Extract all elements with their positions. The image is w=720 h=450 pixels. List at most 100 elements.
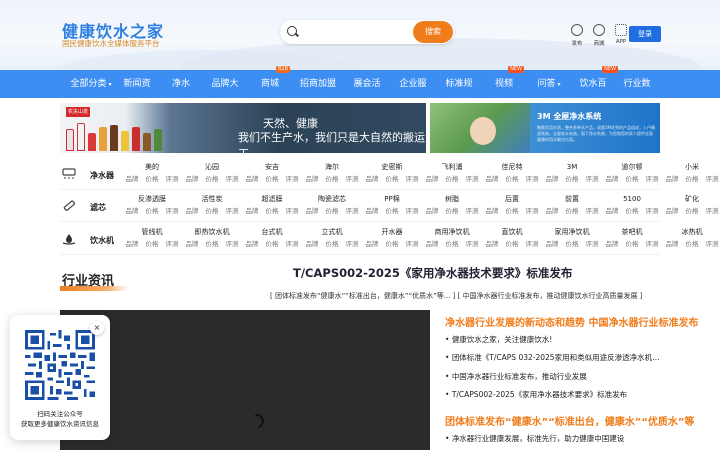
category-item-link[interactable]: 前置	[542, 194, 602, 205]
category-sub-link[interactable]: 评测	[286, 205, 299, 217]
category-sub-link[interactable]: 评测	[706, 205, 719, 217]
category-sub-link[interactable]: 价格	[386, 173, 399, 185]
nav-item-franchise[interactable]: 招商加盟▾	[300, 70, 336, 116]
category-sub-link[interactable]: 价格	[686, 205, 699, 217]
category-sub-link[interactable]: 品牌	[666, 238, 679, 250]
category-sub-link[interactable]: 价格	[506, 205, 519, 217]
category-sub-link[interactable]: 价格	[266, 238, 279, 250]
category-sub-link[interactable]: 评测	[286, 238, 299, 250]
category-sub-link[interactable]: 评测	[166, 205, 179, 217]
category-sub-link[interactable]: 评测	[526, 205, 539, 217]
category-sub-link[interactable]: 评测	[586, 173, 599, 185]
nav-item-industry-data[interactable]: 行业数据	[622, 70, 652, 117]
category-sub-link[interactable]: 品牌	[126, 238, 139, 250]
category-item-link[interactable]: 立式机	[302, 227, 362, 238]
category-sub-link[interactable]: 品牌	[246, 238, 259, 250]
category-sub-link[interactable]: 价格	[386, 205, 399, 217]
category-item-link[interactable]: 佳尼特	[482, 162, 542, 173]
category-sub-link[interactable]: 品牌	[426, 205, 439, 217]
category-item-link[interactable]: 超滤膜	[242, 194, 302, 205]
category-sub-link[interactable]: 评测	[406, 205, 419, 217]
search-button[interactable]: 搜索	[413, 21, 453, 43]
category-item-link[interactable]: 活性炭	[182, 194, 242, 205]
category-sub-link[interactable]: 价格	[566, 238, 579, 250]
category-sub-link[interactable]: 品牌	[486, 238, 499, 250]
category-item-link[interactable]: 直饮机	[482, 227, 542, 238]
nav-item-encyclopedia[interactable]: 饮水百科NEW	[578, 66, 618, 117]
category-item-link[interactable]: 商用净饮机	[422, 227, 482, 238]
category-sub-link[interactable]: 价格	[446, 173, 459, 185]
category-sub-link[interactable]: 评测	[346, 205, 359, 217]
category-item-link[interactable]: 3M	[542, 162, 602, 173]
category-item-link[interactable]: 矿化	[662, 194, 720, 205]
headline-related-links[interactable]: [ 团体标准发布“健康水”“标准出台，健康水”“优质水”等... ] [ 中国净…	[270, 291, 642, 301]
category-sub-link[interactable]: 价格	[206, 205, 219, 217]
category-item-link[interactable]: 树脂	[422, 194, 482, 205]
nav-item-news[interactable]: 新闻资讯	[122, 70, 152, 117]
category-item-link[interactable]: 飞利浦	[422, 162, 482, 173]
category-sub-link[interactable]: 价格	[686, 173, 699, 185]
category-sub-link[interactable]: 品牌	[666, 205, 679, 217]
3m-purifier-banner[interactable]: 3M 全屋净水系统 聚焦饮用水质，整合多种水产品，成就3M优秀的产品组成，入户精…	[430, 103, 660, 153]
category-item-link[interactable]: 海尔	[302, 162, 362, 173]
nav-item-qa[interactable]: 问答 ▾	[536, 70, 562, 98]
news-list-item[interactable]: • 净水器行业健康发展，标准先行，助力健康中国建设	[445, 433, 660, 444]
category-sub-link[interactable]: 评测	[346, 173, 359, 185]
category-sub-link[interactable]: 价格	[626, 205, 639, 217]
category-sub-link[interactable]: 品牌	[606, 205, 619, 217]
category-sub-link[interactable]: 品牌	[186, 173, 199, 185]
category-sub-link[interactable]: 品牌	[606, 238, 619, 250]
category-sub-link[interactable]: 品牌	[546, 238, 559, 250]
nongfu-spring-banner[interactable]: 农夫山泉 天然、健康 我们不生产水，我们只是大自然的搬运工	[60, 103, 426, 153]
nav-item-purifier[interactable]: 净水器	[168, 70, 194, 117]
category-sub-link[interactable]: 品牌	[366, 238, 379, 250]
category-sub-link[interactable]: 评测	[406, 238, 419, 250]
news-list-heading[interactable]: 净水器行业发展的新动态和趋势 中国净水器行业标准发布	[445, 314, 698, 329]
category-sub-link[interactable]: 评测	[466, 238, 479, 250]
login-button[interactable]: 登录	[629, 26, 661, 42]
headline-article-link[interactable]: T/CAPS002-2025《家用净水器技术要求》标准发布	[293, 265, 572, 281]
category-sub-link[interactable]: 品牌	[306, 173, 319, 185]
category-sub-link[interactable]: 评测	[166, 173, 179, 185]
news-list-item[interactable]: • 中国净水器行业标准发布，推动行业发展	[445, 371, 660, 382]
category-sub-link[interactable]: 价格	[446, 205, 459, 217]
category-sub-link[interactable]: 评测	[226, 238, 239, 250]
category-sub-link[interactable]: 价格	[566, 173, 579, 185]
category-name[interactable]: 饮水机	[90, 235, 114, 246]
category-sub-link[interactable]: 品牌	[426, 238, 439, 250]
category-sub-link[interactable]: 品牌	[666, 173, 679, 185]
category-sub-link[interactable]: 价格	[266, 205, 279, 217]
category-sub-link[interactable]: 评测	[646, 173, 659, 185]
category-item-link[interactable]: 管线机	[122, 227, 182, 238]
category-sub-link[interactable]: 价格	[566, 205, 579, 217]
category-item-link[interactable]: 即热饮水机	[182, 227, 242, 238]
category-sub-link[interactable]: 品牌	[186, 238, 199, 250]
category-item-link[interactable]: 道尔顿	[602, 162, 662, 173]
category-sub-link[interactable]: 品牌	[366, 173, 379, 185]
category-sub-link[interactable]: 品牌	[486, 173, 499, 185]
category-sub-link[interactable]: 品牌	[486, 205, 499, 217]
category-sub-link[interactable]: 评测	[466, 205, 479, 217]
category-sub-link[interactable]: 价格	[326, 238, 339, 250]
category-item-link[interactable]: 史密斯	[362, 162, 422, 173]
category-sub-link[interactable]: 评测	[646, 238, 659, 250]
category-sub-link[interactable]: 品牌	[126, 173, 139, 185]
category-sub-link[interactable]: 价格	[326, 173, 339, 185]
category-sub-link[interactable]: 评测	[526, 238, 539, 250]
video-player[interactable]	[60, 310, 430, 450]
category-name[interactable]: 滤芯	[90, 202, 106, 213]
category-sub-link[interactable]: 价格	[146, 173, 159, 185]
category-sub-link[interactable]: 评测	[586, 205, 599, 217]
category-sub-link[interactable]: 价格	[506, 238, 519, 250]
publish-button[interactable]: 发布	[570, 24, 584, 47]
category-sub-link[interactable]: 品牌	[546, 205, 559, 217]
category-sub-link[interactable]: 品牌	[246, 173, 259, 185]
category-sub-link[interactable]: 评测	[226, 205, 239, 217]
category-item-link[interactable]: 开水器	[362, 227, 422, 238]
category-sub-link[interactable]: 评测	[706, 173, 719, 185]
category-sub-link[interactable]: 价格	[386, 238, 399, 250]
category-sub-link[interactable]: 品牌	[426, 173, 439, 185]
category-item-link[interactable]: 家用净饮机	[542, 227, 602, 238]
app-button[interactable]: APP	[614, 24, 628, 47]
category-sub-link[interactable]: 价格	[326, 205, 339, 217]
